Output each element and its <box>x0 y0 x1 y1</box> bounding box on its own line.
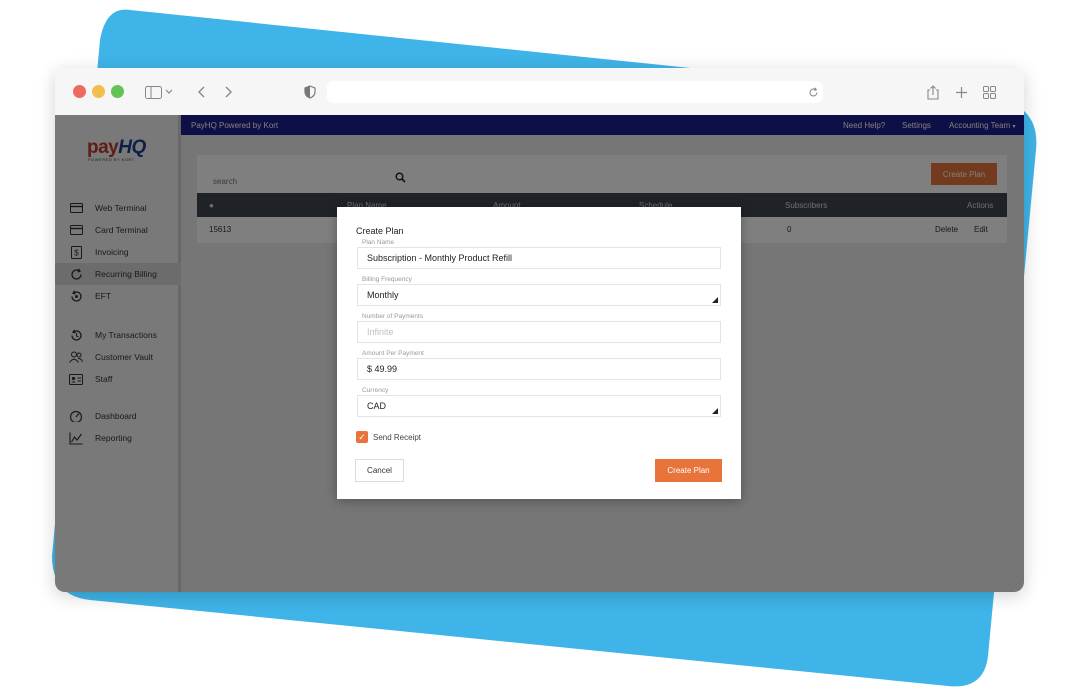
number-of-payments-placeholder: Infinite <box>367 327 394 337</box>
plan-name-field[interactable]: Subscription - Monthly Product Refill <box>357 247 721 269</box>
modal-title: Create Plan <box>356 226 404 236</box>
close-window-button[interactable] <box>73 85 86 98</box>
amount-per-payment-value: $ 49.99 <box>367 364 398 374</box>
dropdown-caret-icon <box>712 297 718 303</box>
screenshot-stage: payHQ POWERED BY KORT Web TerminalCard T… <box>0 0 1080 692</box>
forward-icon[interactable] <box>219 82 239 102</box>
address-bar[interactable] <box>327 81 823 103</box>
shield-icon[interactable] <box>300 82 320 102</box>
amount-per-payment-field[interactable]: $ 49.99 <box>357 358 721 380</box>
plan-name-label: Plan Name <box>362 239 395 246</box>
new-tab-icon[interactable] <box>951 82 971 102</box>
payhq-app: payHQ POWERED BY KORT Web TerminalCard T… <box>55 115 1024 592</box>
share-icon[interactable] <box>923 82 943 102</box>
browser-toolbar <box>55 68 1024 115</box>
billing-frequency-select[interactable]: Monthly <box>357 284 721 306</box>
create-plan-submit-button[interactable]: Create Plan <box>655 459 722 482</box>
checkmark-icon: ✓ <box>358 431 366 442</box>
number-of-payments-label: Number of Payments <box>362 313 424 320</box>
billing-frequency-value: Monthly <box>367 290 399 300</box>
tab-overview-icon[interactable] <box>979 82 999 102</box>
zoom-window-button[interactable] <box>111 85 124 98</box>
currency-label: Currency <box>362 387 389 394</box>
chevron-down-icon[interactable] <box>163 82 175 102</box>
currency-value: CAD <box>367 401 387 411</box>
number-of-payments-field[interactable]: Infinite <box>357 321 721 343</box>
browser-window: payHQ POWERED BY KORT Web TerminalCard T… <box>55 68 1024 592</box>
back-icon[interactable] <box>191 82 211 102</box>
currency-select[interactable]: CAD <box>357 395 721 417</box>
dropdown-caret-icon <box>712 408 718 414</box>
reload-icon[interactable] <box>803 82 823 102</box>
send-receipt-label[interactable]: Send Receipt <box>373 433 421 442</box>
plan-name-value: Subscription - Monthly Product Refill <box>367 253 513 263</box>
sidebar-toggle-icon[interactable] <box>143 82 163 102</box>
billing-frequency-label: Billing Frequency <box>362 276 412 283</box>
send-receipt-checkbox[interactable]: ✓ <box>356 431 368 443</box>
create-plan-modal: Create Plan Plan Name Subscription - Mon… <box>337 207 741 499</box>
cancel-button[interactable]: Cancel <box>355 459 404 482</box>
minimize-window-button[interactable] <box>92 85 105 98</box>
amount-per-payment-label: Amount Per Payment <box>362 350 424 357</box>
